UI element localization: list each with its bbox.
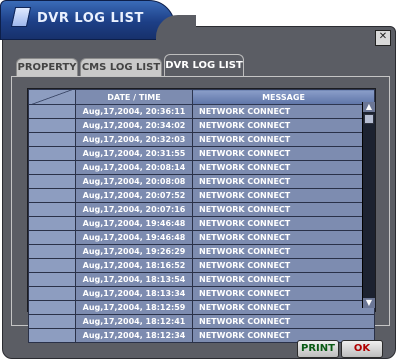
row-index-cell xyxy=(28,230,76,245)
row-message: NETWORK CONNECT xyxy=(192,244,375,259)
row-index-cell xyxy=(28,104,76,119)
row-message: NETWORK CONNECT xyxy=(192,132,375,147)
row-index-cell xyxy=(28,314,76,329)
close-button[interactable]: ✕ xyxy=(375,30,391,46)
row-message: NETWORK CONNECT xyxy=(192,216,375,231)
row-index-cell xyxy=(28,132,76,147)
row-message: NETWORK CONNECT xyxy=(192,286,375,301)
title-bar[interactable]: DVR LOG LIST xyxy=(0,0,196,41)
tab-dvr-log-list[interactable]: DVR LOG LIST xyxy=(164,54,244,77)
row-message: NETWORK CONNECT xyxy=(192,146,375,161)
row-message: NETWORK CONNECT xyxy=(192,118,375,133)
row-message: NETWORK CONNECT xyxy=(192,188,375,203)
table-row[interactable]: Aug,17,2004, 18:12:41 NETWORK CONNECT xyxy=(28,314,375,329)
scroll-down-button[interactable]: ▼ xyxy=(363,298,375,308)
row-date-time: Aug,17,2004, 18:13:34 xyxy=(75,286,193,301)
window-title: DVR LOG LIST xyxy=(37,11,144,26)
table-row[interactable]: Aug,17,2004, 20:34:02 NETWORK CONNECT xyxy=(28,118,375,133)
table-row[interactable]: Aug,17,2004, 18:16:52 NETWORK CONNECT xyxy=(28,258,375,273)
row-message: NETWORK CONNECT xyxy=(192,314,375,329)
ok-button[interactable]: OK xyxy=(341,340,383,358)
row-message: NETWORK CONNECT xyxy=(192,272,375,287)
header-corner xyxy=(28,89,76,105)
tab-label: CMS LOG LIST xyxy=(81,62,161,73)
scroll-down-icon: ▼ xyxy=(365,298,373,307)
scroll-up-button[interactable]: ▲ xyxy=(363,102,375,112)
row-date-time: Aug,17,2004, 18:12:41 xyxy=(75,314,193,329)
table-row[interactable]: Aug,17,2004, 19:46:48 NETWORK CONNECT xyxy=(28,216,375,231)
tab-cms-log-list[interactable]: CMS LOG LIST xyxy=(80,58,162,77)
row-index-cell xyxy=(28,286,76,301)
row-date-time: Aug,17,2004, 18:13:54 xyxy=(75,272,193,287)
row-message: NETWORK CONNECT xyxy=(192,300,375,315)
row-index-cell xyxy=(28,174,76,189)
header-date-time[interactable]: DATE / TIME xyxy=(75,89,193,105)
table-row[interactable]: Aug,17,2004, 20:07:16 NETWORK CONNECT xyxy=(28,202,375,217)
row-index-cell xyxy=(28,244,76,259)
document-icon xyxy=(10,7,32,27)
row-message: NETWORK CONNECT xyxy=(192,202,375,217)
row-index-cell xyxy=(28,188,76,203)
row-index-cell xyxy=(28,300,76,315)
log-table: DATE / TIME MESSAGE Aug,17,2004, 20:36:1… xyxy=(27,88,376,343)
table-row[interactable]: Aug,17,2004, 20:31:55 NETWORK CONNECT xyxy=(28,146,375,161)
row-message: NETWORK CONNECT xyxy=(192,258,375,273)
row-index-cell xyxy=(28,272,76,287)
row-date-time: Aug,17,2004, 19:46:48 xyxy=(75,216,193,231)
table-row[interactable]: Aug,17,2004, 19:26:29 NETWORK CONNECT xyxy=(28,244,375,259)
row-date-time: Aug,17,2004, 20:34:02 xyxy=(75,118,193,133)
table-row[interactable]: Aug,17,2004, 18:13:34 NETWORK CONNECT xyxy=(28,286,375,301)
row-index-cell xyxy=(28,118,76,133)
row-date-time: Aug,17,2004, 18:12:59 xyxy=(75,300,193,315)
row-message: NETWORK CONNECT xyxy=(192,160,375,175)
table-row[interactable]: Aug,17,2004, 20:08:14 NETWORK CONNECT xyxy=(28,160,375,175)
row-date-time: Aug,17,2004, 20:32:03 xyxy=(75,132,193,147)
row-message: NETWORK CONNECT xyxy=(192,104,375,119)
row-date-time: Aug,17,2004, 20:07:52 xyxy=(75,188,193,203)
tab-label: PROPERTY xyxy=(17,62,77,73)
row-date-time: Aug,17,2004, 19:26:29 xyxy=(75,244,193,259)
dvr-log-window: DVR LOG LIST ✕ PROPERTY CMS LOG LIST DVR… xyxy=(0,0,398,361)
row-index-cell xyxy=(28,160,76,175)
header-message[interactable]: MESSAGE xyxy=(192,89,375,105)
scroll-thumb[interactable] xyxy=(364,114,374,124)
row-date-time: Aug,17,2004, 20:08:08 xyxy=(75,174,193,189)
row-date-time: Aug,17,2004, 18:12:34 xyxy=(75,328,193,343)
table-row[interactable]: Aug,17,2004, 20:32:03 NETWORK CONNECT xyxy=(28,132,375,147)
close-icon: ✕ xyxy=(378,31,388,42)
table-row[interactable]: Aug,17,2004, 20:07:52 NETWORK CONNECT xyxy=(28,188,375,203)
row-index-cell xyxy=(28,146,76,161)
table-header: DATE / TIME MESSAGE xyxy=(28,89,375,105)
row-index-cell xyxy=(28,258,76,273)
row-index-cell xyxy=(28,202,76,217)
row-date-time: Aug,17,2004, 18:16:52 xyxy=(75,258,193,273)
row-date-time: Aug,17,2004, 20:36:11 xyxy=(75,104,193,119)
row-index-cell xyxy=(28,216,76,231)
row-message: NETWORK CONNECT xyxy=(192,174,375,189)
row-index-cell xyxy=(28,328,76,343)
row-date-time: Aug,17,2004, 19:46:48 xyxy=(75,230,193,245)
row-message: NETWORK CONNECT xyxy=(192,230,375,245)
row-date-time: Aug,17,2004, 20:07:16 xyxy=(75,202,193,217)
tab-label: DVR LOG LIST xyxy=(165,60,243,71)
table-row[interactable]: Aug,17,2004, 20:08:08 NETWORK CONNECT xyxy=(28,174,375,189)
table-row[interactable]: Aug,17,2004, 18:12:59 NETWORK CONNECT xyxy=(28,300,375,315)
table-row[interactable]: Aug,17,2004, 18:13:54 NETWORK CONNECT xyxy=(28,272,375,287)
vertical-scrollbar[interactable]: ▲ ▼ xyxy=(362,102,375,308)
row-date-time: Aug,17,2004, 20:31:55 xyxy=(75,146,193,161)
log-grid: DATE / TIME MESSAGE Aug,17,2004, 20:36:1… xyxy=(28,89,375,343)
scroll-up-icon: ▲ xyxy=(365,102,373,111)
tab-property[interactable]: PROPERTY xyxy=(16,58,78,77)
table-row[interactable]: Aug,17,2004, 19:46:48 NETWORK CONNECT xyxy=(28,230,375,245)
row-date-time: Aug,17,2004, 20:08:14 xyxy=(75,160,193,175)
table-row[interactable]: Aug,17,2004, 20:36:11 NETWORK CONNECT xyxy=(28,104,375,119)
print-button[interactable]: PRINT xyxy=(297,340,339,358)
